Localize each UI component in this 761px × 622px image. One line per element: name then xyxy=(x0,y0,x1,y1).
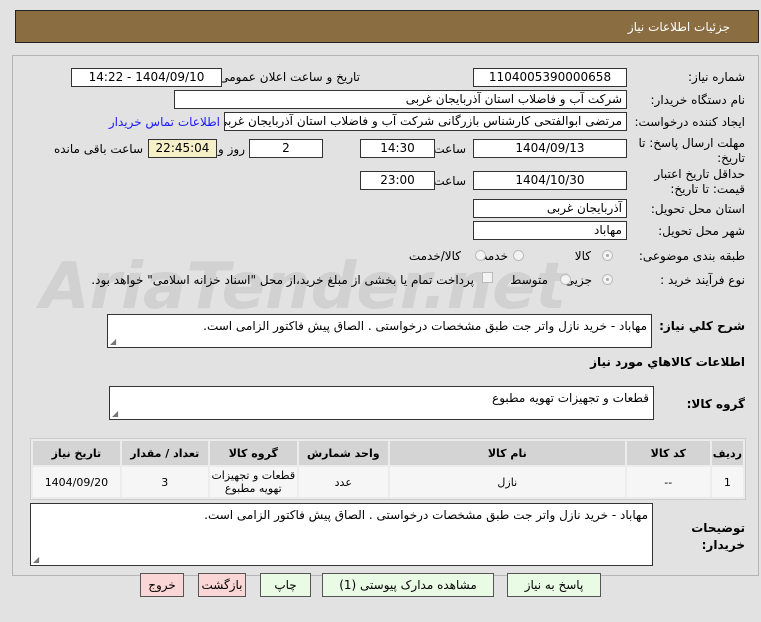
resize-grip-icon[interactable]: ◢ xyxy=(33,555,39,564)
announce-field[interactable]: 1404/09/10 - 14:22 xyxy=(71,68,222,87)
category-radio-service[interactable] xyxy=(513,250,524,261)
province-field[interactable]: آذربایجان غربی xyxy=(473,199,627,218)
cell-group: قطعات و تجهیزات تهویه مطبوع xyxy=(209,467,297,497)
goods-group-textarea[interactable]: قطعات و تجهیزات تهویه مطبوع ◢ xyxy=(109,386,654,420)
contact-buyer-link[interactable]: اطلاعات تماس خریدار xyxy=(109,115,220,129)
city-label: شهر محل تحویل: xyxy=(658,224,745,238)
creator-label: ایجاد کننده درخواست: xyxy=(634,115,745,129)
cell-name: نازل xyxy=(389,467,625,497)
table-header-row: ردیف کد کالا نام کالا واحد شمارش گروه کا… xyxy=(33,441,743,465)
deadline-time-field[interactable]: 14:30 xyxy=(360,139,435,158)
page: جزئیات اطلاعات نیاز AriaTender.net شماره… xyxy=(0,0,761,622)
description-textarea[interactable]: مهاباد - خرید نازل واتر جت طبق مشخصات در… xyxy=(107,314,652,348)
buyer-notes-textarea[interactable]: مهاباد - خرید نازل واتر جت طبق مشخصات در… xyxy=(30,503,653,566)
buyer-notes-label: توضیحات خریدار: xyxy=(691,521,745,552)
validity-time-field[interactable]: 23:00 xyxy=(360,171,435,190)
page-header: جزئیات اطلاعات نیاز xyxy=(15,10,759,43)
cell-code: -- xyxy=(626,467,710,497)
cell-unit: عدد xyxy=(298,467,388,497)
deadline-label: مهلت ارسال پاسخ: تا تاریخ: xyxy=(638,136,745,165)
description-label: شرح كلي نياز: xyxy=(659,319,745,333)
col-row: ردیف xyxy=(711,441,743,465)
need-number-field[interactable]: 1104005390000658 xyxy=(473,68,627,87)
buyer-notes-text: مهاباد - خرید نازل واتر جت طبق مشخصات در… xyxy=(204,508,648,522)
col-code: کد کالا xyxy=(626,441,710,465)
process-radio-medium[interactable] xyxy=(560,274,571,285)
description-text: مهاباد - خرید نازل واتر جت طبق مشخصات در… xyxy=(203,319,647,333)
cell-qty: 3 xyxy=(121,467,208,497)
city-field[interactable]: مهاباد xyxy=(473,221,627,240)
cell-date: 1404/09/20 xyxy=(33,467,120,497)
buyer-field[interactable]: شرکت آب و فاضلاب استان آذربایجان غربی xyxy=(174,90,627,109)
goods-group-label: گروه کالا: xyxy=(686,397,745,411)
province-label: استان محل تحویل: xyxy=(650,202,745,216)
deadline-date-field[interactable]: 1404/09/13 xyxy=(473,139,627,158)
col-name: نام کالا xyxy=(389,441,625,465)
validity-label: حداقل تاریخ اعتبار قیمت: تا تاریخ: xyxy=(654,167,745,196)
col-qty: تعداد / مقدار xyxy=(121,441,208,465)
remaining-label: ساعت باقی مانده xyxy=(53,142,143,156)
col-unit: واحد شمارش xyxy=(298,441,388,465)
treasury-checkbox[interactable] xyxy=(482,272,493,283)
reply-button[interactable]: پاسخ به نیاز xyxy=(507,573,601,597)
back-button[interactable]: بازگشت xyxy=(198,573,246,597)
resize-grip-icon[interactable]: ◢ xyxy=(112,409,118,418)
category-label: طبقه بندی موضوعی: xyxy=(638,249,745,263)
buyer-label: نام دستگاه خریدار: xyxy=(650,93,746,107)
deadline-time-label: ساعت xyxy=(433,142,466,156)
col-group: گروه کالا xyxy=(209,441,297,465)
process-radio-minor[interactable] xyxy=(602,274,613,285)
col-date: تاریخ نیاز xyxy=(33,441,120,465)
validity-date-field[interactable]: 1404/10/30 xyxy=(473,171,627,190)
category-radio-goods[interactable] xyxy=(602,250,613,261)
exit-button[interactable]: خروج xyxy=(140,573,184,597)
days-field[interactable]: 2 xyxy=(249,139,323,158)
goods-info-title: اطلاعات كالاهاي مورد نياز xyxy=(590,355,745,369)
goods-table: ردیف کد کالا نام کالا واحد شمارش گروه کا… xyxy=(30,438,746,500)
category-radio-both[interactable] xyxy=(475,250,486,261)
validity-time-label: ساعت xyxy=(433,174,466,188)
resize-grip-icon[interactable]: ◢ xyxy=(110,337,116,346)
remaining-time-field: 22:45:04 xyxy=(148,139,217,158)
category-option-both: کالا/خدمت xyxy=(408,249,461,263)
payment-note: پرداخت تمام یا بخشی از مبلغ خرید،از محل … xyxy=(91,273,474,287)
table-row: 1 -- نازل عدد قطعات و تجهیزات تهویه مطبو… xyxy=(33,467,743,497)
creator-field[interactable]: مرتضی ابوالفتحی کارشناس بازرگانی شرکت آب… xyxy=(224,112,627,131)
process-label: نوع فرآیند خرید : xyxy=(660,273,745,287)
goods-group-text: قطعات و تجهیزات تهویه مطبوع xyxy=(492,391,649,405)
need-number-label: شماره نیاز: xyxy=(688,70,745,84)
view-attachments-button[interactable]: مشاهده مدارک پیوستی (1) xyxy=(322,573,494,597)
page-title: جزئیات اطلاعات نیاز xyxy=(627,20,730,34)
announce-label: تاریخ و ساعت اعلان عمومی: xyxy=(215,70,360,84)
category-option-goods: کالا xyxy=(574,249,591,263)
days-label: روز و xyxy=(218,142,245,156)
print-button[interactable]: چاپ xyxy=(260,573,311,597)
cell-row: 1 xyxy=(711,467,743,497)
process-option-medium: متوسط xyxy=(510,273,548,287)
